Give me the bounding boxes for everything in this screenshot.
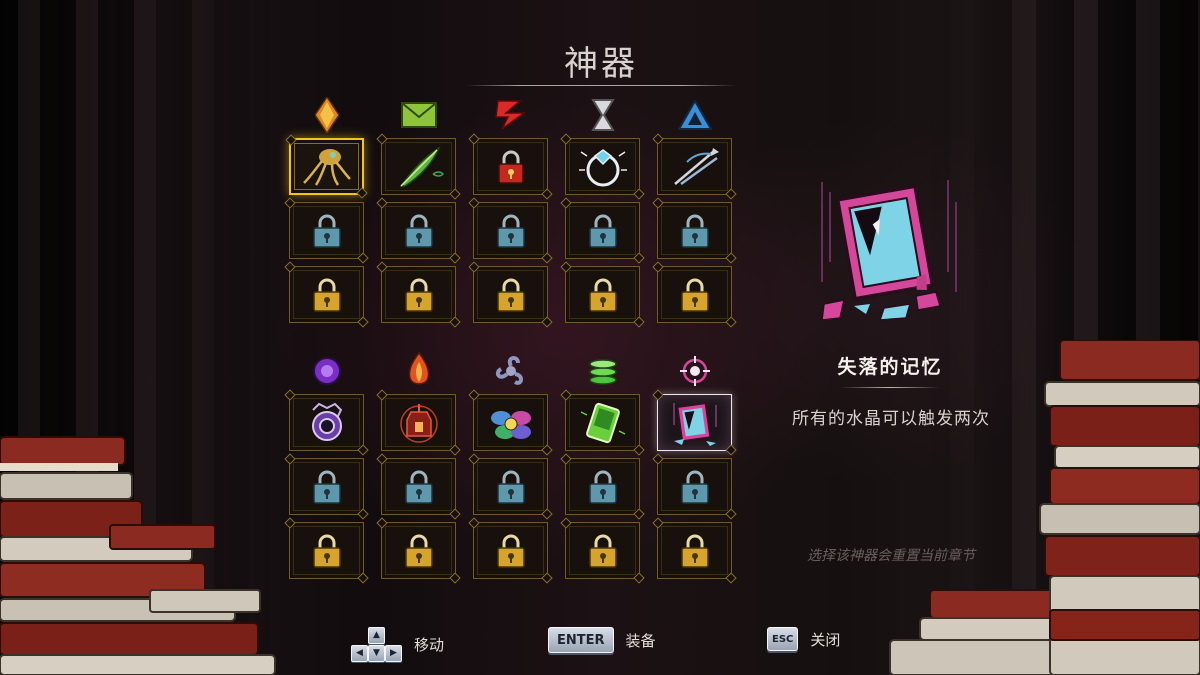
artifact-slot-red-lantern[interactable] (381, 394, 456, 451)
locked-slot[interactable] (565, 266, 640, 323)
artifact-slot-diamond-ring[interactable] (565, 138, 640, 195)
lock-icon (680, 534, 709, 568)
left-book-stack (0, 436, 276, 675)
lock-icon (680, 214, 709, 248)
artifact-grid-bottom (289, 348, 734, 579)
artifact-slot-green-card[interactable] (565, 394, 640, 451)
locked-slot[interactable] (657, 458, 732, 515)
esc-key-icon[interactable]: ESC (767, 627, 799, 651)
move-hint: ▲ ◀ ▼ ▶ 移动 (350, 627, 445, 662)
green-stack-icon (565, 348, 640, 394)
artifact-slot-arrows[interactable] (657, 138, 732, 195)
lock-icon (588, 470, 617, 504)
lock-icon (680, 470, 709, 504)
lock-icon (312, 470, 341, 504)
fire-gem-icon (381, 348, 456, 394)
locked-slot[interactable] (565, 522, 640, 579)
locked-slot[interactable] (381, 458, 456, 515)
lock-icon (680, 278, 709, 312)
lock-icon (496, 214, 525, 248)
locked-slot[interactable] (657, 202, 732, 259)
red-rune-icon (473, 92, 548, 138)
artifact-slot-tentacle-creature[interactable] (289, 138, 364, 195)
locked-slot[interactable] (381, 522, 456, 579)
locked-slot[interactable] (473, 522, 548, 579)
green-envelope-icon (381, 92, 456, 138)
purple-orb-icon (289, 348, 364, 394)
lock-icon (588, 214, 617, 248)
locked-slot[interactable] (473, 202, 548, 259)
lock-icon (312, 534, 341, 568)
lock-icon (496, 534, 525, 568)
artifact-slot-green-feather[interactable] (381, 138, 456, 195)
lock-icon (404, 470, 433, 504)
lock-icon (496, 470, 525, 504)
artifact-slot-red-padlock[interactable] (473, 138, 548, 195)
amber-diamond-icon (289, 92, 364, 138)
locked-slot[interactable] (289, 266, 364, 323)
enter-key-icon[interactable]: ENTER (548, 627, 614, 653)
lock-icon (404, 278, 433, 312)
artifact-name-divider (840, 387, 940, 388)
artifact-slot-flower[interactable] (473, 394, 548, 451)
title-divider (466, 85, 736, 86)
artifact-grid-top (289, 92, 734, 323)
triskelion-icon (473, 348, 548, 394)
close-label: 关闭 (810, 630, 841, 649)
equip-label: 装备 (625, 631, 656, 650)
artifact-slot-purple-eye[interactable] (289, 394, 364, 451)
move-label: 移动 (414, 635, 445, 654)
right-book-stack (889, 340, 1200, 675)
page-title: 神器 (564, 44, 638, 84)
locked-slot[interactable] (289, 202, 364, 259)
blue-triangle-icon (657, 92, 732, 138)
crosshair-icon (657, 348, 732, 394)
artifact-menu-screen: 神器 失落的记忆 所有的水晶可以触发两次 选择该神器会重置当前章节 ▲ ◀ ▼ … (0, 0, 1200, 675)
locked-slot[interactable] (381, 266, 456, 323)
chapter-reset-warning: 选择该神器会重置当前章节 (807, 548, 975, 564)
silver-hourglass-icon (565, 92, 640, 138)
artifact-slot-broken-mirror[interactable] (657, 394, 732, 451)
locked-slot[interactable] (289, 458, 364, 515)
locked-slot[interactable] (657, 522, 732, 579)
equip-hint[interactable]: ENTER 装备 (548, 627, 656, 653)
locked-slot[interactable] (289, 522, 364, 579)
close-hint[interactable]: ESC 关闭 (767, 627, 840, 651)
lock-icon (588, 534, 617, 568)
locked-slot[interactable] (381, 202, 456, 259)
arrow-keys-icon: ▲ ◀ ▼ ▶ (350, 627, 402, 662)
broken-mirror-icon (821, 180, 957, 321)
locked-slot[interactable] (657, 266, 732, 323)
lock-icon (588, 278, 617, 312)
artifact-description: 所有的水晶可以触发两次 (792, 409, 990, 429)
lock-icon (312, 214, 341, 248)
lock-icon (312, 278, 341, 312)
locked-slot[interactable] (473, 458, 548, 515)
locked-slot[interactable] (565, 458, 640, 515)
lock-icon (496, 278, 525, 312)
lock-icon (404, 214, 433, 248)
locked-slot[interactable] (565, 202, 640, 259)
lock-icon (404, 534, 433, 568)
locked-slot[interactable] (473, 266, 548, 323)
artifact-name: 失落的记忆 (837, 356, 943, 378)
